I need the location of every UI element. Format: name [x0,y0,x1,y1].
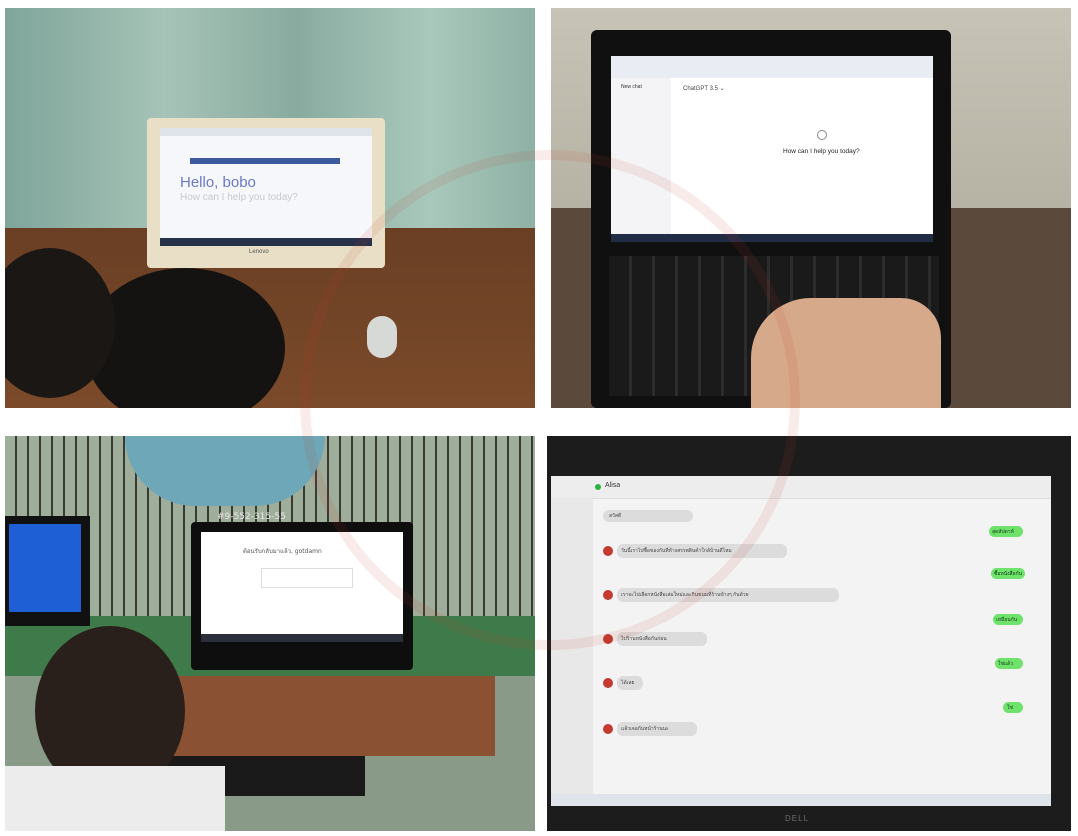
avatar [603,546,613,556]
online-dot-icon [595,484,601,490]
subtitle: How can I help you today? [180,192,298,203]
chat-chip: ใช่แล้ว [998,661,1013,667]
mouse [367,316,397,358]
avatar [603,724,613,734]
chat-bubble: วันนี้เราไปซื้อของกันที่ห้างสรรพสินค้าใก… [621,548,732,554]
taskbar [551,794,1051,806]
chat-bubble: ได้เลย [621,680,635,686]
student-shirt [5,766,225,831]
welcome-heading: ต้อนรับกลับมาแล้ว, gotdamn [243,548,322,555]
monitor-brand: Lenovo [249,249,269,255]
monitor-brand: DELL [785,814,810,823]
app-title: ChatGPT 3.5 ⌄ [683,86,725,92]
desk [165,676,495,756]
sidebar [611,78,671,234]
chat-bubble: ไปร้านหนังสือกันก่อน [621,636,667,642]
photo-lenovo-desk: Hello, bobo How can I help you today? Le… [5,8,535,408]
monitor-label: #9-552-315-55 [217,512,286,522]
prompt-heading: How can I help you today? [783,148,860,155]
chat-chip: ซื้อหนังสือกัน [994,571,1023,577]
chat-chip: สุดสัปดาห์ [992,529,1014,535]
new-chat-button[interactable]: New chat [621,84,642,90]
avatar [603,590,613,600]
openai-logo-icon [817,130,827,140]
chat-bubble: สวัสดี [609,513,622,519]
chat-bubble: เราจะไปเลือกหนังสือเล่มใหม่และกินขนมที่ร… [621,592,749,598]
photo-dell-chat: Alisa สวัสดี สุดสัปดาห์ วันนี้เราไปซื้อข… [547,436,1071,831]
greeting: Hello, bobo [180,174,256,191]
chat-chip: ใช่ [1007,705,1013,711]
contact-name: Alisa [605,482,621,489]
chatgpt-screen: New chat ChatGPT 3.5 ⌄ How can I help yo… [611,56,933,242]
chat-chip: เหมือนกัน [996,617,1018,623]
left-panel [551,498,593,798]
avatar [603,634,613,644]
avatar [603,678,613,688]
chat-header [551,476,1051,499]
screen: Hello, bobo How can I help you today? [160,128,372,246]
photo-dell-window: ต้อนรับกลับมาแล้ว, gotdamn #9-552-315-55 [5,436,535,831]
hand [751,298,941,408]
photo-laptop-chatgpt: New chat ChatGPT 3.5 ⌄ How can I help yo… [551,8,1071,408]
left-monitor-screen [9,524,81,612]
screen: ต้อนรับกลับมาแล้ว, gotdamn [201,532,403,642]
chat-bubble: แล้วเจอกันหน้าร้านนะ [621,726,669,732]
chat-screen: Alisa สวัสดี สุดสัปดาห์ วันนี้เราไปซื้อข… [551,476,1051,806]
